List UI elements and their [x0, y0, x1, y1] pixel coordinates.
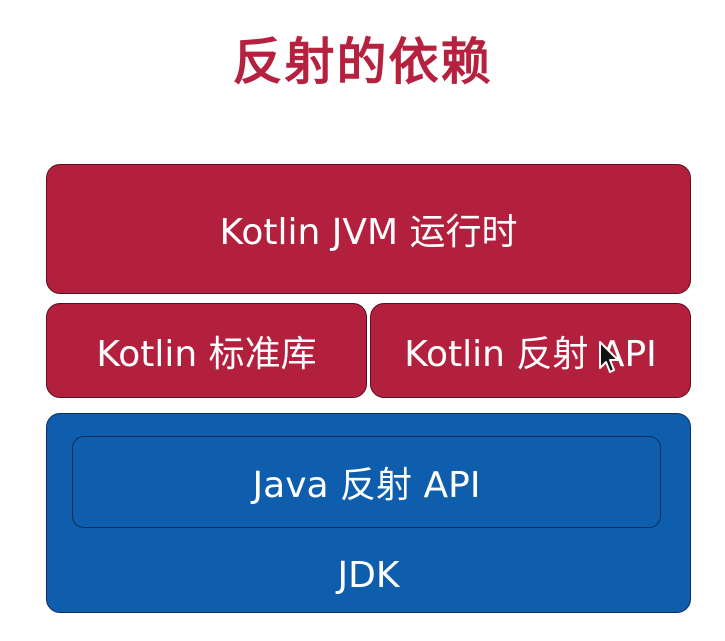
java-reflect-api-label: Java 反射 API: [252, 465, 481, 506]
kotlin-jvm-runtime-box: Kotlin JVM 运行时: [46, 164, 691, 294]
java-reflect-api-box: Java 反射 API: [72, 436, 661, 528]
kotlin-stdlib-label: Kotlin 标准库: [96, 333, 317, 375]
kotlin-reflect-api-box: Kotlin 反射 API: [370, 303, 691, 398]
mouse-pointer-icon: [598, 340, 622, 380]
jdk-label: JDK: [337, 555, 400, 596]
kotlin-stdlib-box: Kotlin 标准库: [46, 303, 367, 398]
diagram-title: 反射的依赖: [232, 33, 493, 91]
kotlin-jvm-runtime-label: Kotlin JVM 运行时: [219, 212, 518, 253]
